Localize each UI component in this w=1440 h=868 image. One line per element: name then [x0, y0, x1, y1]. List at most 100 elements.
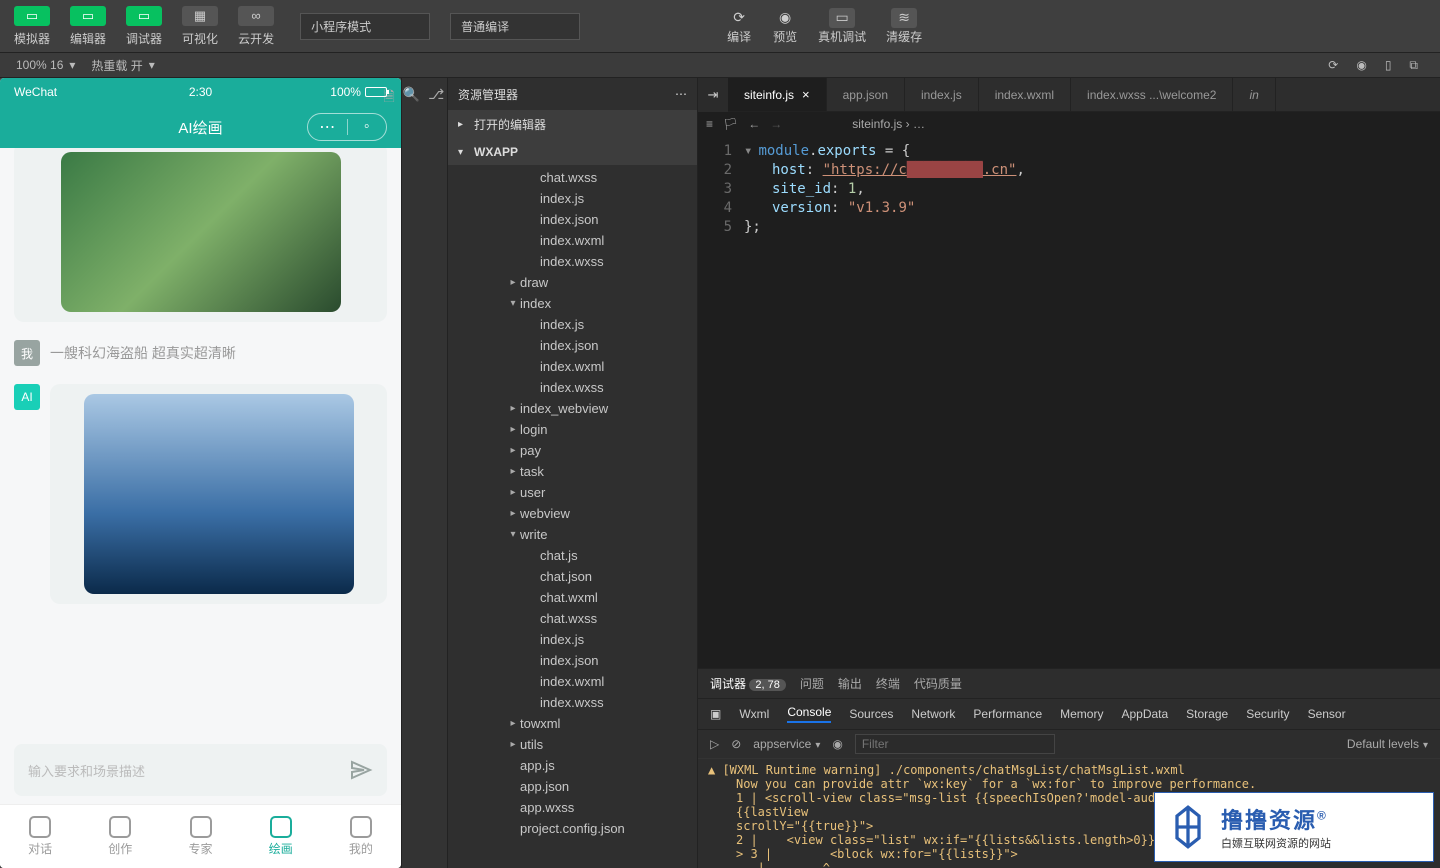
debugger-button[interactable]: ▭调试器 — [120, 4, 168, 49]
tree-item[interactable]: index.js — [448, 314, 697, 335]
tree-item[interactable]: chat.wxss — [448, 608, 697, 629]
tree-item[interactable]: index.wxss — [448, 692, 697, 713]
source-control-icon[interactable]: ⎇ — [428, 86, 444, 110]
devtools-tab-sensor[interactable]: Sensor — [1308, 707, 1346, 721]
bookmark-icon[interactable]: 🏳 — [723, 117, 738, 131]
tree-item[interactable]: ▸draw — [448, 272, 697, 293]
devtools-tab-storage[interactable]: Storage — [1186, 707, 1228, 721]
phone-tab-3[interactable]: 绘画 — [241, 805, 321, 868]
tree-item[interactable]: index.wxml — [448, 671, 697, 692]
editor-tab[interactable]: index.wxml — [979, 78, 1071, 111]
prompt-input[interactable]: 输入要求和场景描述 — [14, 744, 387, 796]
editor-tab[interactable]: app.json — [827, 78, 905, 111]
stop-icon[interactable]: ▷ — [710, 737, 719, 751]
tree-item[interactable]: ▸login — [448, 419, 697, 440]
compile-mode-select[interactable]: 普通编译 — [450, 13, 580, 40]
tree-item[interactable]: ▸towxml — [448, 713, 697, 734]
record-icon[interactable]: ◉ — [1350, 58, 1372, 72]
tree-item[interactable]: index.wxss — [448, 251, 697, 272]
tree-item[interactable]: ▸pay — [448, 440, 697, 461]
log-levels-select[interactable]: Default levels — [1347, 737, 1428, 751]
devtools-tab-wxml[interactable]: Wxml — [739, 707, 769, 721]
tree-item[interactable]: ▸webview — [448, 503, 697, 524]
tree-item[interactable]: ▸index_webview — [448, 398, 697, 419]
tree-item[interactable]: ▸utils — [448, 734, 697, 755]
clear-cache-button[interactable]: ≋清缓存 — [880, 6, 928, 47]
console-filter-input[interactable] — [855, 734, 1055, 754]
tree-item[interactable]: index.wxml — [448, 230, 697, 251]
tree-item[interactable]: index.json — [448, 335, 697, 356]
cloud-dev-button[interactable]: ∞云开发 — [232, 4, 280, 49]
phone-tab-2[interactable]: 专家 — [160, 805, 240, 868]
devtools-tab-appdata[interactable]: AppData — [1121, 707, 1168, 721]
nav-back-icon[interactable]: ← — [748, 117, 760, 131]
tree-item[interactable]: app.json — [448, 776, 697, 797]
live-expr-icon[interactable]: ◉ — [832, 737, 842, 751]
tree-item[interactable]: ▾write — [448, 524, 697, 545]
zoom-indicator[interactable]: 100% 16 ▾ — [8, 58, 83, 72]
tree-item[interactable]: chat.wxss — [448, 167, 697, 188]
capsule-menu-icon[interactable]: ⋯ — [308, 117, 347, 137]
capsule-close-icon[interactable]: ◦ — [348, 118, 387, 136]
search-icon[interactable]: 🔍 — [403, 86, 420, 110]
devtools-tab-console[interactable]: Console — [787, 705, 831, 723]
inspect-icon[interactable]: ▣ — [710, 707, 721, 721]
rotate-icon[interactable]: ⟳ — [1322, 58, 1344, 72]
bp-tab-debugger[interactable]: 调试器 2, 78 — [710, 675, 786, 692]
tree-item[interactable]: ▾index — [448, 293, 697, 314]
open-editors-section[interactable]: ▸打开的编辑器 — [448, 110, 697, 139]
devtools-tab-sources[interactable]: Sources — [849, 707, 893, 721]
tree-item[interactable]: chat.wxml — [448, 587, 697, 608]
tree-item[interactable]: index.json — [448, 209, 697, 230]
top-toolbar: ▭模拟器 ▭编辑器 ▭调试器 ▦可视化 ∞云开发 小程序模式 普通编译 ⟳编译 … — [0, 0, 1440, 52]
nav-forward-icon[interactable]: → — [770, 117, 782, 131]
mode-select[interactable]: 小程序模式 — [300, 13, 430, 40]
tree-item[interactable]: app.wxss — [448, 797, 697, 818]
collapse-panel-icon[interactable]: ⇥ — [698, 81, 728, 109]
tree-item[interactable]: chat.js — [448, 545, 697, 566]
clear-console-icon[interactable]: ⊘ — [731, 737, 741, 751]
tree-item[interactable]: index.js — [448, 188, 697, 209]
context-select[interactable]: appservice — [753, 737, 820, 751]
tree-item[interactable]: chat.json — [448, 566, 697, 587]
tree-item[interactable]: app.js — [448, 755, 697, 776]
simulator-button[interactable]: ▭模拟器 — [8, 4, 56, 49]
editor-tab[interactable]: siteinfo.js × — [728, 78, 827, 111]
detach-icon[interactable]: ⧉ — [1403, 58, 1424, 73]
devtools-tab-memory[interactable]: Memory — [1060, 707, 1103, 721]
editor-tab[interactable]: index.js — [905, 78, 979, 111]
tree-item[interactable]: ▸user — [448, 482, 697, 503]
code-editor[interactable]: 12345 ▾module.exports = { host: "https:/… — [698, 136, 1440, 668]
tree-item[interactable]: project.config.json — [448, 818, 697, 839]
devtools-tab-performance[interactable]: Performance — [973, 707, 1042, 721]
capsule-button[interactable]: ⋯ ◦ — [307, 113, 387, 141]
editor-tab[interactable]: index.wxss ...\welcome2 — [1071, 78, 1233, 111]
phone-tab-1[interactable]: 创作 — [80, 805, 160, 868]
bp-tab-output[interactable]: 输出 — [838, 675, 862, 692]
tree-item[interactable]: index.wxml — [448, 356, 697, 377]
bp-tab-codequality[interactable]: 代码质量 — [914, 675, 962, 692]
preview-button[interactable]: ◉预览 — [766, 6, 804, 47]
devtools-tab-security[interactable]: Security — [1246, 707, 1289, 721]
bp-tab-problems[interactable]: 问题 — [800, 675, 824, 692]
tree-item[interactable]: index.js — [448, 629, 697, 650]
phone-tab-4[interactable]: 我的 — [321, 805, 401, 868]
devtools-tab-network[interactable]: Network — [911, 707, 955, 721]
tree-item[interactable]: index.json — [448, 650, 697, 671]
compile-button[interactable]: ⟳编译 — [720, 6, 758, 47]
editor-button[interactable]: ▭编辑器 — [64, 4, 112, 49]
outline-icon[interactable]: ≡ — [706, 117, 713, 131]
phone-tab-0[interactable]: 对话 — [0, 805, 80, 868]
project-root-section[interactable]: ▾WXAPP — [448, 139, 697, 165]
device-icon[interactable]: ▯ — [1379, 58, 1398, 72]
visual-button[interactable]: ▦可视化 — [176, 4, 224, 49]
tree-item[interactable]: index.wxss — [448, 377, 697, 398]
more-icon[interactable]: ⋯ — [675, 87, 687, 101]
bp-tab-terminal[interactable]: 终端 — [876, 675, 900, 692]
close-icon[interactable]: × — [802, 87, 810, 102]
real-debug-button[interactable]: ▭真机调试 — [812, 6, 872, 47]
hot-reload-toggle[interactable]: 热重载 开 ▾ — [83, 57, 162, 74]
editor-tab[interactable]: in — [1233, 78, 1275, 111]
tree-item[interactable]: ▸task — [448, 461, 697, 482]
send-icon[interactable] — [349, 758, 373, 782]
